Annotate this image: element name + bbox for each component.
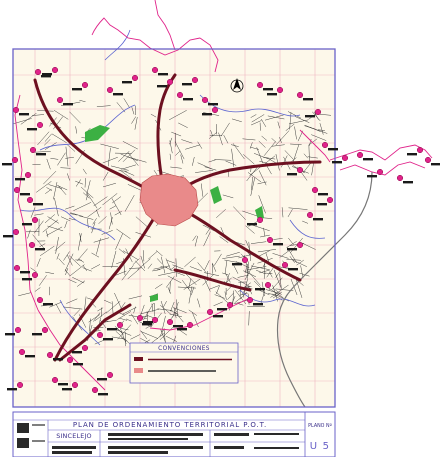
title-block: PLAN DE ORDENAMIENTO TERRITORIAL P.O.T. … [12,411,336,457]
sheet-label: PLANO Nº [308,423,332,429]
municipality-logo [17,423,29,433]
sheet-number: U 5 [310,441,330,452]
map-canvas: CONVENCIONES PLAN DE ORDENAMIENTO TERRIT… [0,0,440,457]
municipality-logo-2 [17,438,29,448]
legend-panel: CONVENCIONES [129,342,239,384]
legend-title: CONVENCIONES [158,346,210,352]
plan-title: PLAN DE ORDENAMIENTO TERRITORIAL P.O.T. [73,421,267,429]
city-name: SINCELEJO [56,432,92,440]
legend-swatch-main-roads [134,357,143,361]
legend-swatch-center [134,368,143,373]
